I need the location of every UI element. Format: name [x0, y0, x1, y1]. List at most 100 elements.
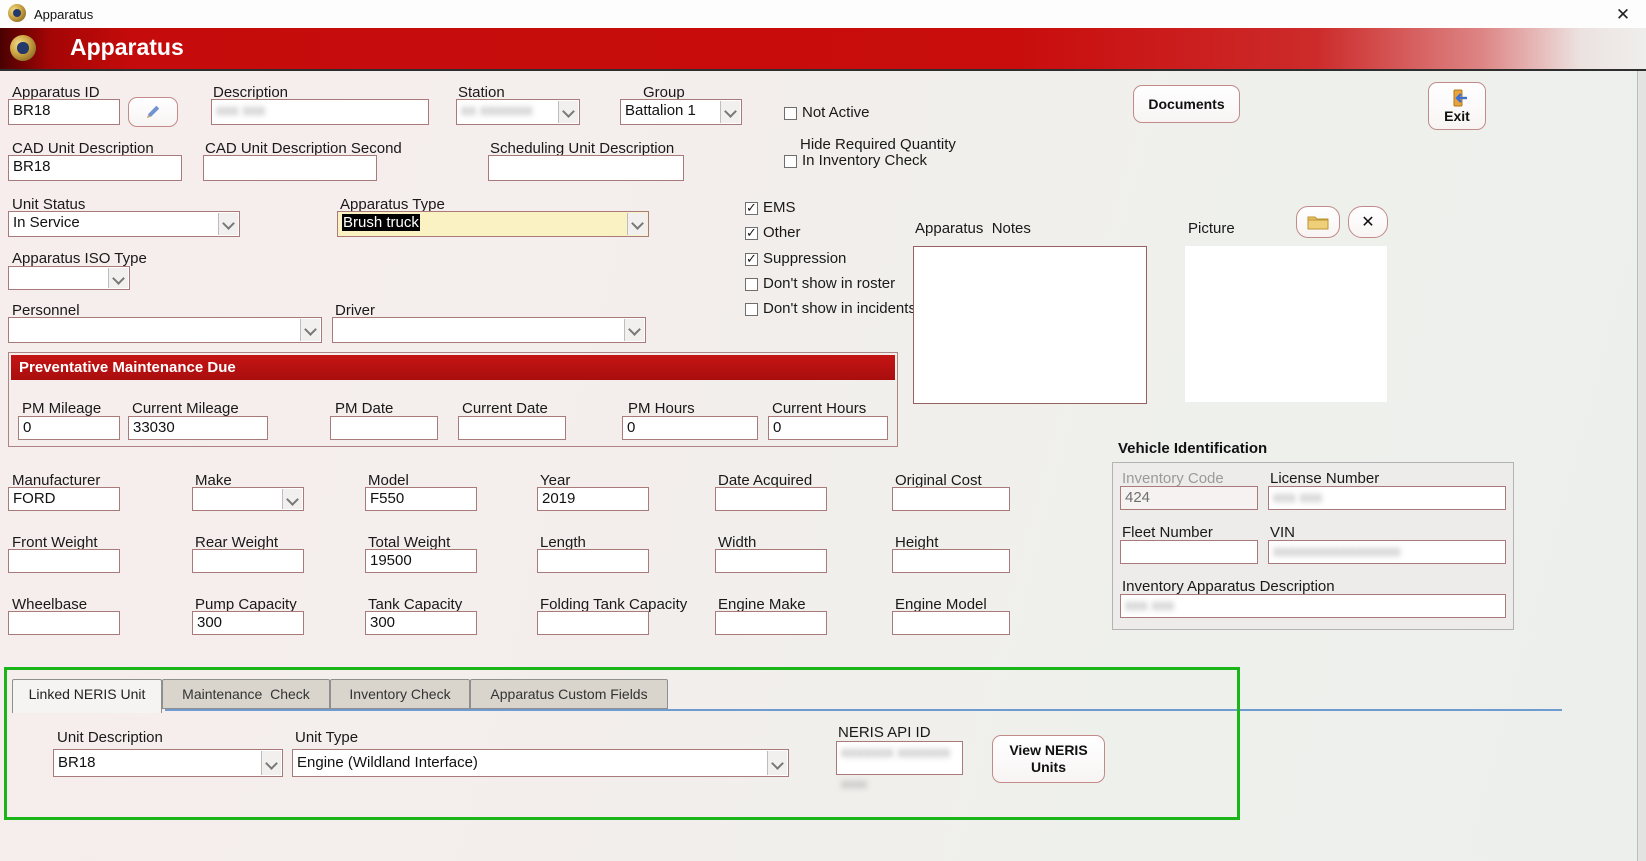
apparatus-iso-type-label: Apparatus ISO Type — [12, 250, 147, 267]
pencil-icon — [144, 103, 162, 121]
inventory-code-input: 424 — [1120, 486, 1258, 510]
exit-button[interactable]: Exit — [1428, 82, 1486, 130]
pm-date-label: PM Date — [335, 400, 393, 417]
inventory-apparatus-description-input[interactable]: xxx xxx — [1120, 594, 1506, 618]
other-checkbox[interactable]: ✓ — [745, 227, 758, 240]
chevron-down-icon[interactable] — [218, 213, 238, 235]
tank-capacity-input[interactable]: 300 — [365, 611, 477, 635]
inventory-code-label: Inventory Code — [1122, 470, 1224, 487]
tab-apparatus-custom-fields[interactable]: Apparatus Custom Fields — [470, 679, 668, 709]
picture-label: Picture — [1188, 220, 1235, 237]
suppression-checkbox[interactable]: ✓ — [745, 253, 758, 266]
apparatus-iso-type-select[interactable] — [8, 266, 130, 290]
rear-weight-input[interactable] — [192, 549, 304, 573]
width-input[interactable] — [715, 549, 827, 573]
not-active-checkbox[interactable] — [784, 107, 797, 120]
engine-make-input[interactable] — [715, 611, 827, 635]
apparatus-window: Apparatus ✕ Apparatus Apparatus ID BR18 … — [0, 0, 1646, 861]
fleet-number-input[interactable] — [1120, 540, 1258, 564]
app-icon — [8, 4, 26, 22]
chevron-down-icon[interactable] — [282, 489, 302, 509]
chevron-down-icon[interactable] — [261, 751, 281, 775]
dont-show-roster-checkbox[interactable] — [745, 278, 758, 291]
app-icon — [10, 35, 36, 61]
open-picture-button[interactable] — [1296, 206, 1340, 238]
cad-unit-input[interactable]: BR18 — [8, 155, 182, 181]
group-select[interactable]: Battalion 1 — [620, 99, 742, 125]
suppression-label: Suppression — [763, 250, 846, 267]
current-date-input[interactable] — [458, 416, 566, 440]
current-mileage-input[interactable]: 33030 — [128, 416, 268, 440]
length-input[interactable] — [537, 549, 649, 573]
chevron-down-icon[interactable] — [300, 319, 320, 341]
model-input[interactable]: F550 — [365, 487, 477, 511]
chevron-down-icon[interactable] — [767, 751, 787, 775]
picture-box[interactable] — [1185, 246, 1387, 402]
unit-description-label: Unit Description — [57, 729, 163, 746]
dont-show-incidents-checkbox[interactable] — [745, 303, 758, 316]
pm-mileage-input[interactable]: 0 — [18, 416, 120, 440]
folding-tank-capacity-input[interactable] — [537, 611, 649, 635]
close-window-button[interactable]: ✕ — [1608, 4, 1638, 26]
chevron-down-icon[interactable] — [108, 268, 128, 288]
in-inventory-check-checkbox[interactable] — [784, 155, 797, 168]
apparatus-id-input[interactable]: BR18 — [8, 99, 120, 125]
station-select[interactable]: xx xxxxxxx — [456, 99, 580, 125]
front-weight-input[interactable] — [8, 549, 120, 573]
unit-status-select[interactable]: In Service — [8, 211, 240, 237]
personnel-select[interactable] — [8, 317, 322, 343]
cad-unit-second-input[interactable] — [203, 155, 377, 181]
documents-button[interactable]: Documents — [1133, 85, 1240, 123]
dont-show-incidents-label: Don't show in incidents — [763, 300, 916, 317]
wheelbase-input[interactable] — [8, 611, 120, 635]
pm-date-input[interactable] — [330, 416, 438, 440]
chevron-down-icon[interactable] — [624, 319, 644, 341]
engine-model-input[interactable] — [892, 611, 1010, 635]
total-weight-input[interactable]: 19500 — [365, 549, 477, 573]
vin-label: VIN — [1270, 524, 1295, 541]
apparatus-notes-textarea[interactable] — [913, 246, 1147, 404]
neris-api-id-input: xxxxxxx xxxxxxx — [836, 741, 963, 775]
chevron-down-icon[interactable] — [720, 101, 740, 123]
pump-capacity-input[interactable]: 300 — [192, 611, 304, 635]
original-cost-input[interactable] — [892, 487, 1010, 511]
tab-inventory-check[interactable]: Inventory Check — [330, 679, 470, 709]
make-select[interactable] — [192, 487, 304, 511]
chevron-down-icon[interactable] — [558, 101, 578, 123]
unit-type-select[interactable]: Engine (Wildland Interface) — [292, 749, 789, 777]
apparatus-type-combo[interactable]: Brush truck — [337, 211, 649, 237]
chevron-down-icon[interactable] — [627, 213, 647, 235]
ems-label: EMS — [763, 199, 796, 216]
tab-strip-line — [165, 709, 1562, 711]
vin-input[interactable]: xxxxxxxxxxxxxxxxx — [1268, 540, 1506, 564]
close-icon: ✕ — [1361, 212, 1374, 232]
other-label: Other — [763, 224, 801, 241]
clear-picture-button[interactable]: ✕ — [1348, 206, 1388, 238]
fleet-number-label: Fleet Number — [1122, 524, 1213, 541]
inventory-apparatus-description-label: Inventory Apparatus Description — [1122, 578, 1335, 595]
date-acquired-input[interactable] — [715, 487, 827, 511]
driver-select[interactable] — [332, 317, 646, 343]
edit-apparatus-id-button[interactable] — [128, 97, 178, 127]
current-hours-input[interactable]: 0 — [768, 416, 888, 440]
description-input[interactable]: xxx xxx — [211, 99, 429, 125]
scheduling-unit-input[interactable] — [488, 155, 684, 181]
unit-description-select[interactable]: BR18 — [53, 749, 283, 777]
page-title: Apparatus — [70, 34, 184, 61]
tab-maintenance-check[interactable]: Maintenance Check — [162, 679, 330, 709]
pm-hours-label: PM Hours — [628, 400, 695, 417]
license-number-input[interactable]: xxx xxx — [1268, 486, 1506, 510]
current-hours-label: Current Hours — [772, 400, 866, 417]
window-title: Apparatus — [34, 7, 93, 22]
height-input[interactable] — [892, 549, 1010, 573]
neris-api-id-label: NERIS API ID — [838, 724, 931, 741]
ems-checkbox[interactable]: ✓ — [745, 202, 758, 215]
tab-linked-neris-unit[interactable]: Linked NERIS Unit — [12, 679, 162, 713]
pm-hours-input[interactable]: 0 — [622, 416, 758, 440]
apparatus-notes-label: Apparatus Notes — [915, 220, 1031, 237]
manufacturer-input[interactable]: FORD — [8, 487, 120, 511]
view-neris-units-button[interactable]: View NERIS Units — [992, 735, 1105, 783]
vehicle-identification-title: Vehicle Identification — [1118, 440, 1267, 457]
year-input[interactable]: 2019 — [537, 487, 649, 511]
pm-section-header: Preventative Maintenance Due — [11, 355, 895, 380]
